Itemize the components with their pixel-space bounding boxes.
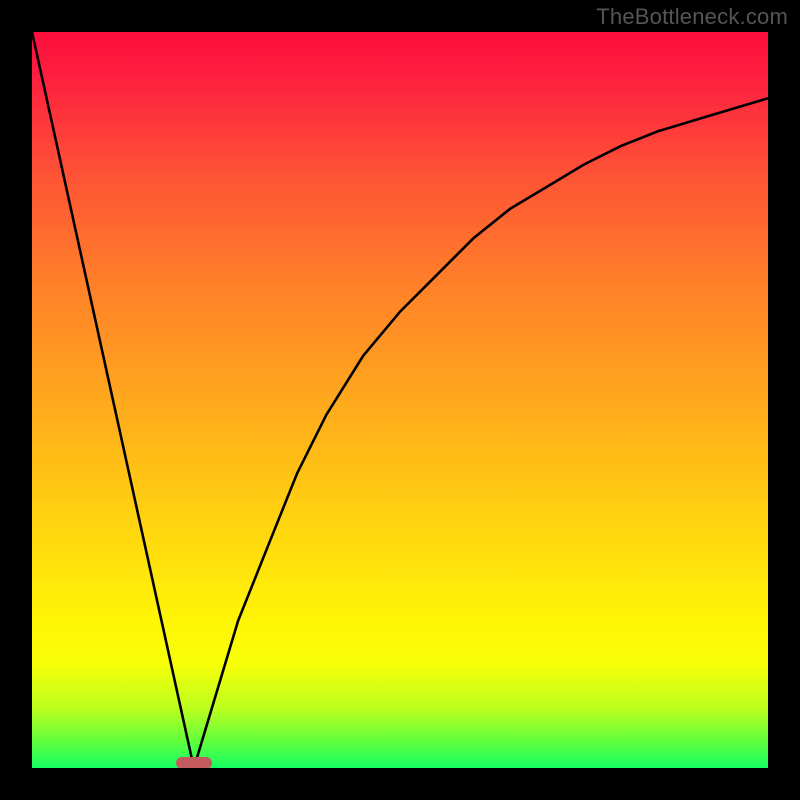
watermark-label: TheBottleneck.com [596, 4, 788, 30]
chart-frame: TheBottleneck.com [0, 0, 800, 800]
curve-right [194, 98, 768, 768]
bottleneck-curve-svg [32, 32, 768, 768]
curve-left [32, 32, 194, 768]
plot-area [32, 32, 768, 768]
bottleneck-marker [176, 757, 212, 768]
